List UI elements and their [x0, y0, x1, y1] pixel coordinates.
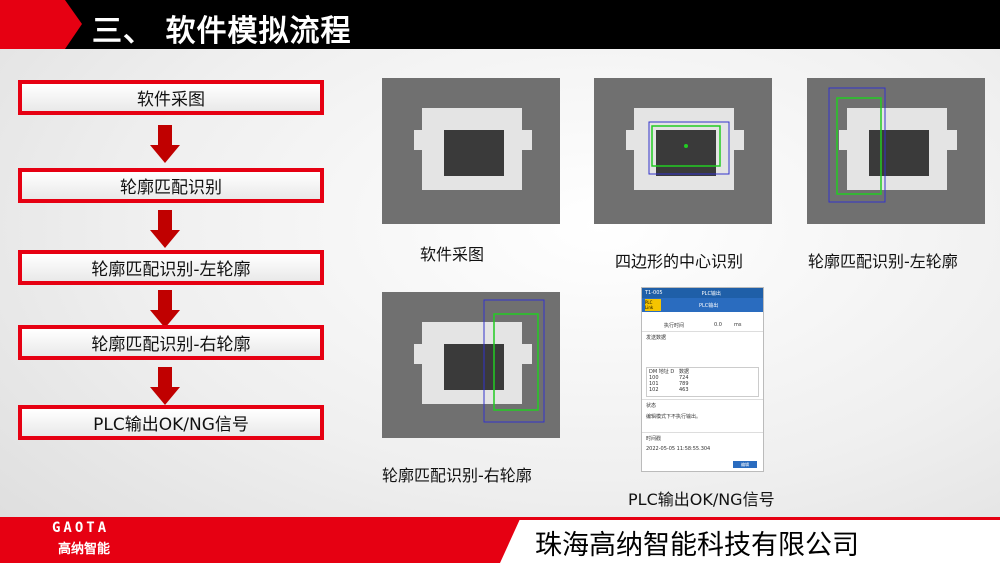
step-plc-output: PLC输出OK/NG信号	[18, 405, 324, 440]
arrow-down-icon	[150, 125, 180, 165]
caption-left-contour: 轮廓匹配识别-左轮廓	[808, 252, 958, 271]
status-label: 状态	[642, 399, 763, 411]
header-bar: 三、 软件模拟流程	[0, 0, 1000, 49]
timestamp-value: 2022-05-05 11:58:55.304	[646, 446, 711, 452]
arrow-down-icon	[150, 290, 180, 330]
plc-badge: PLC Link	[645, 299, 661, 311]
timestamp-label: 时间戳	[642, 432, 763, 444]
step-contour-match: 轮廓匹配识别	[18, 168, 324, 203]
arrow-down-icon	[150, 367, 180, 407]
plc-device-id: T1-005	[645, 290, 663, 296]
quad-center-image	[594, 78, 772, 224]
caption-right-contour: 轮廓匹配识别-右轮廓	[382, 466, 532, 485]
caption-plc-output: PLC输出OK/NG信号	[628, 490, 775, 509]
company-name: 珠海高纳智能科技有限公司	[535, 530, 859, 561]
left-contour-image	[807, 78, 985, 224]
step-left-contour: 轮廓匹配识别-左轮廓	[18, 250, 324, 285]
table-header: DM 地址 D	[649, 369, 675, 375]
step-capture: 软件采图	[18, 80, 324, 115]
step-right-contour: 轮廓匹配识别-右轮廓	[18, 325, 324, 360]
right-contour-image	[382, 292, 560, 438]
header-accent	[0, 0, 82, 49]
caption-capture: 软件采图	[420, 245, 485, 264]
table-cell: 102	[649, 387, 659, 393]
table-cell: 463	[679, 387, 689, 393]
company-logo: GAOTA	[52, 520, 110, 536]
arrow-down-icon	[150, 210, 180, 250]
plc-subtitle: PLC输出	[699, 302, 719, 309]
send-data-label: 发送数据	[642, 331, 763, 343]
capture-image	[382, 78, 560, 224]
page-title: 三、 软件模拟流程	[92, 14, 352, 49]
exec-time-value: 0.0	[714, 322, 722, 328]
company-logo-cn: 高纳智能	[58, 542, 111, 557]
plc-output-screenshot: T1-005 PLC输出 PLC Link PLC输出 执行时间 0.0 ms 发送数据…	[641, 287, 764, 472]
exec-time-label: 执行时间	[664, 323, 685, 329]
plc-data-table: DM 地址 D 数据 100 724 101 789 102 463	[646, 367, 759, 397]
plc-title: PLC输出	[701, 290, 721, 297]
exec-time-unit: ms	[734, 322, 742, 328]
edit-button: 编辑	[733, 461, 757, 468]
table-header: 数据	[679, 369, 690, 375]
status-text: 编辑模式下不执行输出。	[646, 414, 702, 420]
caption-quad-center: 四边形的中心识别	[615, 252, 744, 271]
